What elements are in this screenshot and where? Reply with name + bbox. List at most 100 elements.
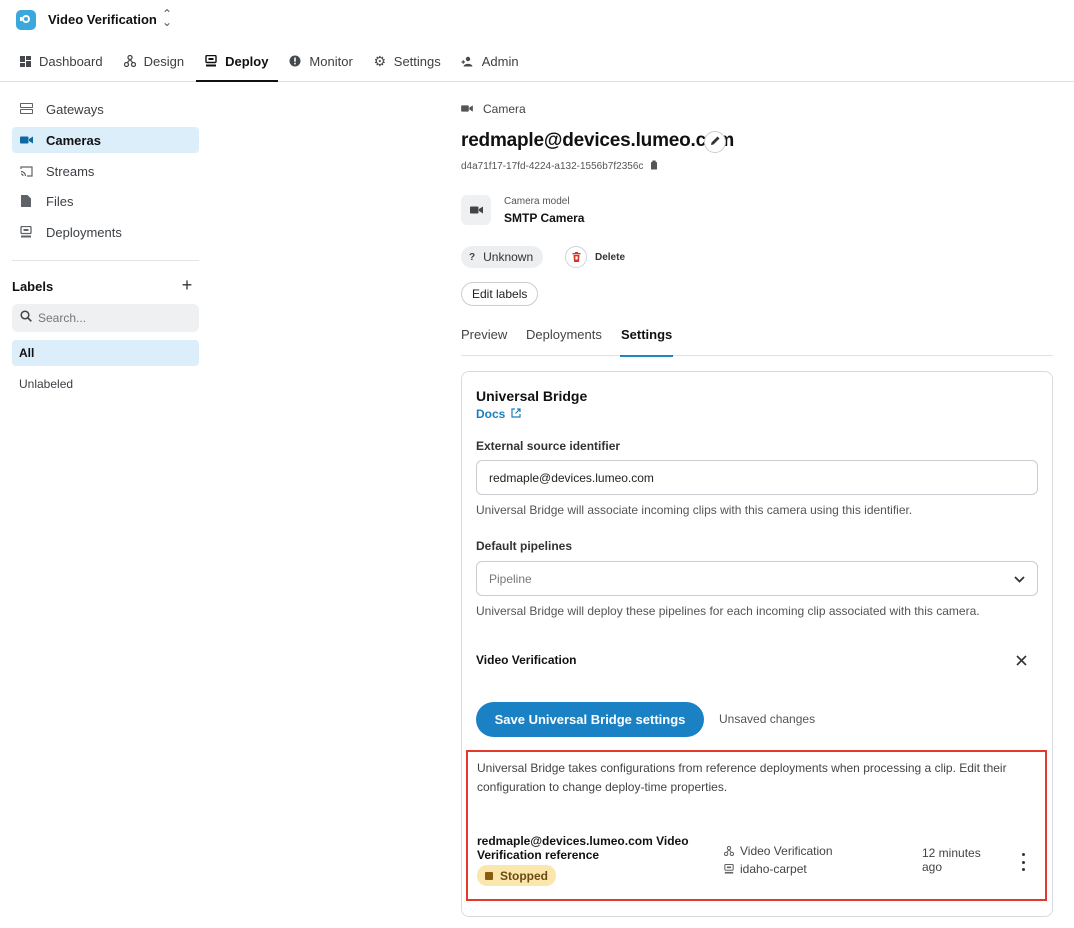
stream-icon — [19, 164, 33, 178]
sidebar: Gateways Cameras Streams Files Deploymen… — [0, 83, 210, 928]
reference-gateway[interactable]: idaho-carpet — [723, 862, 807, 876]
page-title: redmaple@devices.lumeo.com — [461, 130, 735, 151]
sidebar-item-label: Cameras — [46, 132, 101, 148]
label-search-input[interactable] — [38, 311, 188, 325]
camera-model-icon — [461, 195, 491, 225]
sidebar-divider — [12, 260, 199, 261]
status-badge: ? Unknown — [461, 246, 544, 268]
sidebar-item-streams[interactable]: Streams — [12, 158, 199, 184]
docs-link-label: Docs — [476, 407, 506, 421]
external-source-input[interactable] — [476, 460, 1038, 495]
tab-settings[interactable]: Settings — [619, 320, 674, 357]
default-pipelines-help: Universal Bridge will deploy these pipel… — [476, 604, 980, 618]
copy-icon[interactable] — [650, 160, 658, 173]
camera-icon — [19, 133, 33, 147]
breadcrumb: Camera — [461, 102, 526, 116]
sidebar-item-label: Files — [46, 193, 74, 209]
sidebar-item-files[interactable]: Files — [12, 188, 199, 214]
camera-icon — [461, 102, 473, 116]
external-link-icon — [511, 407, 521, 421]
external-source-label: External source identifier — [476, 439, 621, 453]
pipeline-select[interactable]: Pipeline — [476, 561, 1038, 596]
more-options-icon[interactable] — [1017, 853, 1029, 871]
nav-tab-label: Design — [143, 53, 185, 69]
nav-tab-label: Dashboard — [39, 53, 103, 69]
external-source-help: Universal Bridge will associate incoming… — [476, 503, 913, 517]
deploy-icon — [204, 54, 218, 68]
camera-model-label: Camera model — [504, 196, 570, 207]
delete-label: Delete — [595, 251, 626, 263]
top-bar: Video Verification ⌃ ⌄ Dashboard Design D… — [0, 0, 1074, 82]
reference-description: Universal Bridge takes configurations fr… — [477, 761, 1007, 794]
breadcrumb-label: Camera — [483, 102, 526, 116]
app-logo — [16, 10, 36, 30]
labels-heading: Labels — [12, 279, 54, 294]
tab-deployments[interactable]: Deployments — [526, 320, 602, 356]
main-nav: Dashboard Design Deploy Monitor ⚙ Settin… — [0, 44, 529, 82]
reference-deployment-name[interactable]: redmaple@devices.lumeo.com Video Verific… — [477, 834, 709, 862]
unsaved-changes-text: Unsaved changes — [719, 712, 816, 726]
close-icon[interactable] — [1013, 652, 1029, 668]
question-icon: ? — [469, 251, 476, 263]
docs-link[interactable]: Docs — [476, 407, 521, 421]
nav-tab-admin[interactable]: Admin — [451, 44, 529, 82]
selected-pipeline-name: Video Verification — [476, 653, 577, 667]
deployment-icon — [19, 225, 33, 239]
sidebar-item-cameras[interactable]: Cameras — [12, 127, 199, 153]
trash-icon — [565, 246, 587, 268]
nav-tab-label: Deploy — [225, 53, 269, 69]
label-search — [12, 304, 199, 332]
card-title: Universal Bridge — [476, 388, 588, 404]
file-icon — [19, 194, 33, 208]
camera-tabs: Preview Deployments Settings — [461, 320, 1053, 357]
sidebar-item-label: Gateways — [46, 101, 104, 117]
save-settings-button[interactable]: Save Universal Bridge settings — [476, 702, 704, 737]
gateway-icon — [19, 102, 33, 116]
uuid-text: d4a71f17-17fd-4224-a132-1556b7f2356c — [461, 161, 644, 172]
nav-tab-monitor[interactable]: Monitor — [278, 44, 362, 82]
reference-deployment-section: Universal Bridge takes configurations fr… — [466, 750, 1047, 901]
pencil-icon — [710, 133, 721, 151]
reference-gateway-label: idaho-carpet — [740, 862, 807, 876]
pipeline-icon — [723, 846, 735, 856]
gateway-icon — [723, 864, 735, 874]
sidebar-item-label: Streams — [46, 163, 95, 179]
nav-tab-label: Settings — [393, 53, 441, 69]
design-icon — [123, 54, 137, 68]
app-title: Video Verification — [48, 12, 157, 27]
status-badge-label: Unknown — [483, 250, 534, 264]
pipeline-select-placeholder: Pipeline — [489, 571, 532, 586]
sidebar-item-deployments[interactable]: Deployments — [12, 219, 199, 245]
nav-tab-label: Admin — [481, 53, 519, 69]
universal-bridge-card: Universal Bridge Docs External source id… — [461, 371, 1053, 917]
search-icon — [20, 309, 32, 327]
stop-icon — [485, 871, 493, 880]
edit-labels-button[interactable]: Edit labels — [461, 282, 539, 306]
add-label-button[interactable]: + — [179, 276, 195, 294]
nav-tab-deploy[interactable]: Deploy — [194, 44, 279, 82]
label-filter-unlabeled[interactable]: Unlabeled — [12, 371, 199, 397]
reference-pipeline-label: Video Verification — [740, 844, 833, 858]
admin-icon — [461, 54, 475, 68]
sidebar-item-gateways[interactable]: Gateways — [12, 96, 199, 122]
monitor-icon — [288, 54, 302, 68]
delete-button[interactable]: Delete — [565, 246, 625, 268]
camera-model-value: SMTP Camera — [504, 211, 585, 225]
tab-preview[interactable]: Preview — [461, 320, 507, 356]
status-badge-label: Stopped — [500, 868, 548, 883]
dashboard-icon — [18, 54, 32, 68]
label-filter-all[interactable]: All — [12, 340, 199, 366]
app-switcher-chevron-icon[interactable]: ⌃ ⌄ — [161, 8, 173, 28]
reference-pipeline[interactable]: Video Verification — [723, 844, 833, 858]
default-pipelines-label: Default pipelines — [476, 539, 573, 553]
chevron-down-icon — [1014, 572, 1025, 586]
gear-icon: ⚙ — [373, 52, 387, 69]
label-filter-text: Unlabeled — [19, 377, 74, 391]
nav-tab-settings[interactable]: ⚙ Settings — [363, 44, 451, 82]
label-filter-text: All — [19, 346, 35, 360]
nav-tab-dashboard[interactable]: Dashboard — [0, 44, 113, 82]
edit-name-button[interactable] — [704, 131, 726, 153]
camera-uuid: d4a71f17-17fd-4224-a132-1556b7f2356c — [461, 160, 658, 173]
nav-tab-design[interactable]: Design — [113, 44, 194, 82]
status-badge: Stopped — [477, 865, 556, 886]
